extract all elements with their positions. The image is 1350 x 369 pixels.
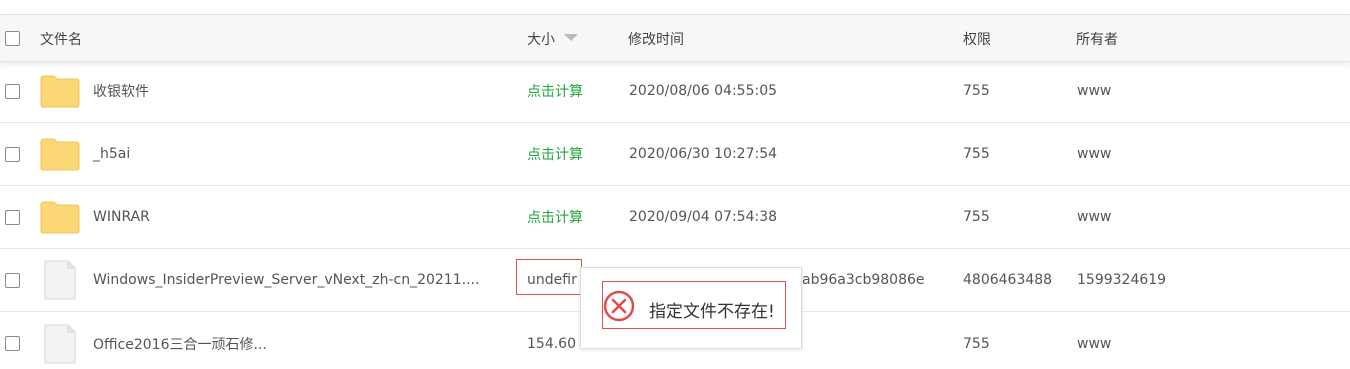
header-mtime[interactable]: 修改时间 <box>628 29 684 49</box>
owner[interactable]: www <box>1077 83 1111 99</box>
file-name[interactable]: 收银软件 <box>93 81 149 101</box>
folder-icon <box>40 201 80 234</box>
select-all-checkbox[interactable] <box>5 31 20 46</box>
owner[interactable]: www <box>1077 336 1111 352</box>
size-error-highlight <box>516 259 582 295</box>
table-row[interactable]: _h5ai 点击计算 2020/06/30 10:27:54 755 www <box>0 123 1350 186</box>
permission[interactable]: 755 <box>963 336 990 352</box>
folder-icon <box>40 75 80 108</box>
header-size[interactable]: 大小 <box>527 29 555 49</box>
calc-size-link[interactable]: 点击计算 <box>527 207 583 227</box>
permission[interactable]: 755 <box>963 83 990 99</box>
file-name[interactable]: Windows_InsiderPreview_Server_vNext_zh-c… <box>93 272 479 288</box>
permission[interactable]: 755 <box>963 146 990 162</box>
header-permission[interactable]: 权限 <box>963 29 991 49</box>
file-size: 154.60 <box>527 335 576 352</box>
owner[interactable]: www <box>1077 146 1111 162</box>
modified-time: 2020/09/04 07:54:38 <box>629 209 778 225</box>
table-row[interactable]: WINRAR 点击计算 2020/09/04 07:54:38 755 www <box>0 186 1350 249</box>
file-name[interactable]: _h5ai <box>93 146 130 162</box>
header-filename[interactable]: 文件名 <box>40 29 82 49</box>
folder-icon <box>40 138 80 171</box>
modified-time: ab96a3cb98086e <box>802 272 925 288</box>
modified-time: 2020/08/06 04:55:05 <box>629 83 778 99</box>
file-icon <box>44 324 76 363</box>
owner[interactable]: www <box>1077 209 1111 225</box>
owner[interactable]: 1599324619 <box>1077 272 1166 288</box>
file-icon <box>44 260 76 300</box>
permission[interactable]: 4806463488 <box>963 272 1052 288</box>
file-name[interactable]: WINRAR <box>93 209 150 225</box>
row-checkbox[interactable] <box>5 84 20 99</box>
header-owner[interactable]: 所有者 <box>1076 29 1118 49</box>
error-circle-icon <box>603 290 635 322</box>
error-toast-inner: 指定文件不存在! <box>602 281 786 329</box>
row-checkbox[interactable] <box>5 147 20 162</box>
table-header: 文件名 大小 修改时间 权限 所有者 <box>0 14 1350 62</box>
error-message: 指定文件不存在! <box>649 302 775 322</box>
modified-time: 2020/06/30 10:27:54 <box>629 146 778 162</box>
row-checkbox[interactable] <box>5 210 20 225</box>
sort-desc-icon[interactable] <box>564 34 578 41</box>
error-toast: 指定文件不存在! <box>580 267 802 349</box>
calc-size-link[interactable]: 点击计算 <box>527 81 583 101</box>
row-checkbox[interactable] <box>5 273 20 288</box>
permission[interactable]: 755 <box>963 209 990 225</box>
calc-size-link[interactable]: 点击计算 <box>527 144 583 164</box>
file-name[interactable]: Office2016三合一顽石修... <box>93 334 267 354</box>
table-row[interactable]: 收银软件 点击计算 2020/08/06 04:55:05 755 www <box>0 60 1350 123</box>
row-checkbox[interactable] <box>5 336 20 351</box>
